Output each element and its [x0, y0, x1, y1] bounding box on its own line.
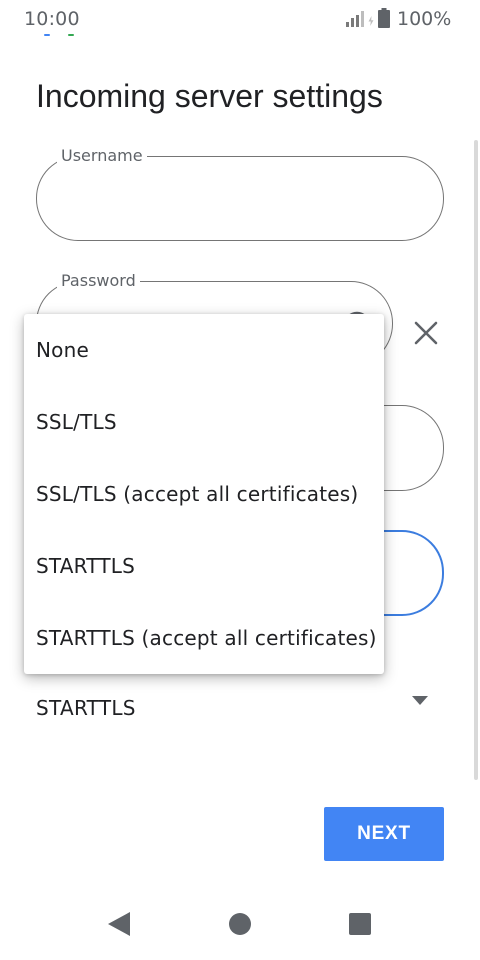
notification-dot-blue	[44, 34, 50, 36]
menu-item-starttls-accept-all[interactable]: STARTTLS (accept all certificates)	[24, 602, 384, 674]
scrollbar[interactable]	[474, 140, 478, 780]
battery-percent: 100%	[397, 8, 452, 30]
password-label: Password	[57, 272, 140, 290]
status-time: 10:00	[24, 8, 80, 30]
security-selected-value: STARTTLS	[36, 696, 136, 720]
menu-item-ssl-tls-accept-all[interactable]: SSL/TLS (accept all certificates)	[24, 458, 384, 530]
notification-indicator	[44, 34, 84, 38]
next-button[interactable]: NEXT	[324, 807, 444, 861]
home-icon[interactable]	[228, 912, 252, 936]
menu-item-ssl-tls[interactable]: SSL/TLS	[24, 386, 384, 458]
menu-item-starttls[interactable]: STARTTLS	[24, 530, 384, 602]
back-icon[interactable]	[106, 911, 132, 937]
username-input[interactable]	[61, 183, 419, 215]
username-field[interactable]: Username	[36, 147, 444, 241]
dropdown-arrow-icon	[412, 696, 428, 705]
notification-dot-green	[68, 34, 74, 36]
signal-icon	[346, 11, 364, 27]
security-select[interactable]: STARTTLS	[36, 688, 444, 728]
close-icon[interactable]	[411, 318, 441, 348]
status-bar: 10:00 100%	[0, 0, 480, 40]
navigation-bar	[0, 890, 480, 960]
charging-icon	[368, 16, 374, 26]
security-menu: None SSL/TLS SSL/TLS (accept all certifi…	[24, 314, 384, 674]
menu-item-none[interactable]: None	[24, 314, 384, 386]
battery-icon	[378, 8, 390, 28]
recents-icon[interactable]	[348, 912, 372, 936]
page-title: Incoming server settings	[36, 78, 383, 114]
username-label: Username	[57, 147, 147, 165]
